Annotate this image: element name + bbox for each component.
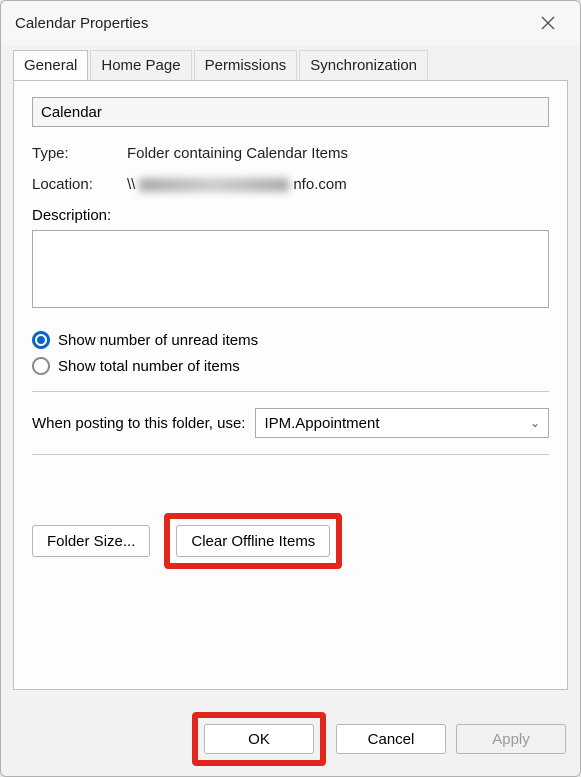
tab-permissions[interactable]: Permissions <box>194 50 298 81</box>
location-row: Location: \\ nfo.com <box>32 176 549 193</box>
type-row: Type: Folder containing Calendar Items <box>32 145 549 162</box>
action-button-row: Folder Size... Clear Offline Items <box>32 513 549 569</box>
description-label: Description: <box>32 207 549 224</box>
highlight-clear-offline: Clear Offline Items <box>164 513 342 569</box>
location-suffix: nfo.com <box>293 176 346 193</box>
radio-unread-label: Show number of unread items <box>58 332 258 349</box>
location-value: \\ nfo.com <box>127 176 549 193</box>
type-value: Folder containing Calendar Items <box>127 145 549 162</box>
cancel-button[interactable]: Cancel <box>336 724 446 754</box>
titlebar: Calendar Properties <box>1 1 580 45</box>
post-label: When posting to this folder, use: <box>32 415 245 432</box>
location-redacted <box>139 178 289 192</box>
radio-total-row[interactable]: Show total number of items <box>32 357 549 375</box>
post-select-value: IPM.Appointment <box>264 415 379 432</box>
tab-panel-general: Type: Folder containing Calendar Items L… <box>13 80 568 690</box>
location-label: Location: <box>32 176 127 193</box>
description-textarea[interactable] <box>32 230 549 308</box>
tab-strip: General Home Page Permissions Synchroniz… <box>1 45 580 80</box>
folder-name-input[interactable] <box>32 97 549 127</box>
clear-offline-items-button[interactable]: Clear Offline Items <box>176 525 330 557</box>
dialog-title: Calendar Properties <box>15 15 530 32</box>
tab-home-page[interactable]: Home Page <box>90 50 191 81</box>
location-prefix: \\ <box>127 176 135 193</box>
post-select[interactable]: IPM.Appointment ⌄ <box>255 408 549 438</box>
chevron-down-icon: ⌄ <box>530 416 540 430</box>
post-row: When posting to this folder, use: IPM.Ap… <box>32 408 549 438</box>
apply-button: Apply <box>456 724 566 754</box>
dialog-window: Calendar Properties General Home Page Pe… <box>0 0 581 777</box>
radio-unread[interactable] <box>32 331 50 349</box>
separator <box>32 391 549 392</box>
dialog-button-bar: OK Cancel Apply <box>192 712 566 766</box>
tab-synchronization[interactable]: Synchronization <box>299 50 428 81</box>
radio-total[interactable] <box>32 357 50 375</box>
tab-general[interactable]: General <box>13 50 88 81</box>
radio-total-label: Show total number of items <box>58 358 240 375</box>
close-icon <box>541 16 555 30</box>
ok-button[interactable]: OK <box>204 724 314 754</box>
highlight-ok: OK <box>192 712 326 766</box>
separator-2 <box>32 454 549 455</box>
radio-unread-row[interactable]: Show number of unread items <box>32 331 549 349</box>
folder-size-button[interactable]: Folder Size... <box>32 525 150 557</box>
close-button[interactable] <box>530 5 566 41</box>
type-label: Type: <box>32 145 127 162</box>
